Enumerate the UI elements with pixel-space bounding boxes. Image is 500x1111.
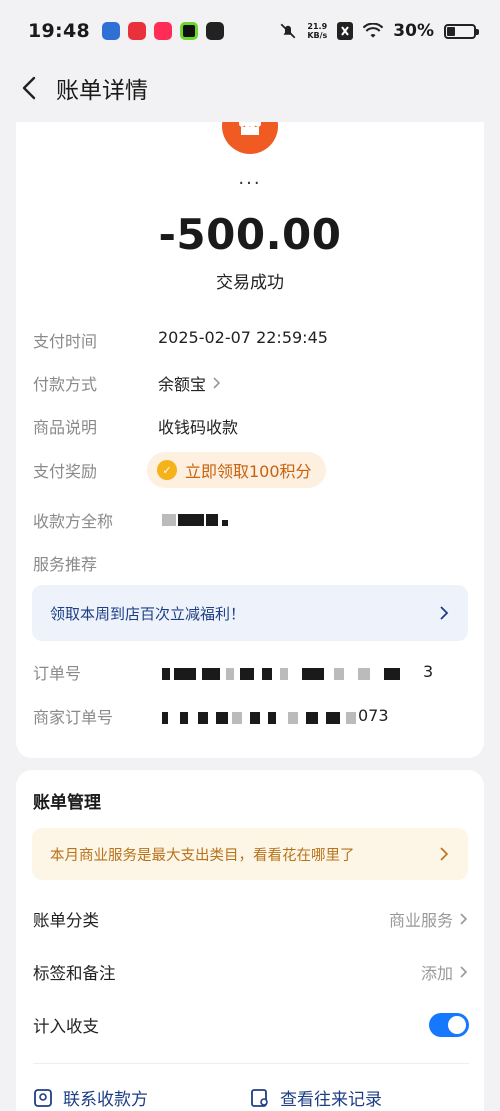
pay-method-link[interactable]: 余额宝 <box>158 371 222 395</box>
bill-category-row[interactable]: 账单分类 商业服务 <box>33 904 469 934</box>
nav-bar: 账单详情 <box>0 62 500 114</box>
tags-value: 添加 <box>420 964 453 983</box>
contact-payee-button[interactable]: 联系收款方 <box>33 1085 148 1110</box>
pay-time-value: 2025-02-07 22:59:45 <box>158 328 328 347</box>
category-value: 商业服务 <box>388 911 453 930</box>
status-time: 19:48 <box>28 20 90 42</box>
desc-label: 商品说明 <box>33 418 98 437</box>
chevron-right-icon <box>440 606 449 620</box>
tags-value-wrap: 添加 <box>421 960 469 984</box>
chevron-right-icon <box>460 913 468 925</box>
merchant-order-label: 商家订单号 <box>33 708 114 727</box>
transaction-card: ... -500.00 交易成功 支付时间 2025-02-07 22:59:4… <box>16 122 484 758</box>
app-notification-icon <box>127 22 146 40</box>
pay-time-label: 支付时间 <box>33 332 98 351</box>
app-notification-icon <box>205 22 224 40</box>
service-label: 服务推荐 <box>33 555 98 574</box>
view-records-button[interactable]: 查看往来记录 <box>250 1085 382 1110</box>
sim-icon <box>337 22 354 40</box>
order-no-label: 订单号 <box>33 664 82 683</box>
include-toggle[interactable] <box>429 1013 469 1037</box>
payee-redacted <box>162 514 242 526</box>
mute-icon <box>280 23 296 39</box>
spending-tip-banner[interactable]: 本月商业服务是最大支出类目，看看花在哪里了 <box>32 828 468 880</box>
records-icon <box>251 1088 268 1107</box>
contact-icon <box>34 1088 52 1107</box>
coin-icon: ✓ <box>157 460 177 480</box>
app-notification-icon <box>101 22 120 40</box>
promo-text: 领取本周到店百次立减福利！ <box>50 604 246 623</box>
merchant-order-tail: 073 <box>358 706 389 725</box>
battery-percent: 30% <box>393 21 434 41</box>
chevron-right-icon <box>440 847 449 861</box>
status-app-icons <box>101 22 224 40</box>
order-no-redacted <box>162 668 422 680</box>
include-label: 计入收支 <box>33 1017 99 1036</box>
promo-banner[interactable]: 领取本周到店百次立减福利！ <box>32 585 468 641</box>
app-notification-icon <box>153 22 172 40</box>
reward-button[interactable]: ✓ 立即领取100积分 <box>147 452 326 488</box>
pay-method-label: 付款方式 <box>33 375 98 394</box>
order-no-tail: 3 <box>423 662 434 681</box>
chevron-right-icon <box>460 966 468 978</box>
view-records-label: 查看往来记录 <box>280 1090 382 1110</box>
page-title: 账单详情 <box>56 78 148 104</box>
pay-method-value: 余额宝 <box>158 375 207 394</box>
payee-label: 收款方全称 <box>33 512 114 531</box>
tip-text: 本月商业服务是最大支出类目，看看花在哪里了 <box>50 847 355 864</box>
merchant-logo-icon <box>222 122 278 154</box>
app-notification-icon <box>179 22 198 40</box>
status-bar: 19:48 21.9 KB/s 30% <box>0 0 500 62</box>
transaction-amount: -500.00 <box>158 210 342 259</box>
network-speed: 21.9 KB/s <box>307 22 328 40</box>
bill-management-card: 账单管理 本月商业服务是最大支出类目，看看花在哪里了 账单分类 商业服务 标签和… <box>16 770 484 1111</box>
section-title: 账单管理 <box>33 793 101 813</box>
tags-notes-row[interactable]: 标签和备注 添加 <box>33 957 469 987</box>
toggle-knob <box>448 1016 466 1034</box>
chevron-right-icon <box>213 377 221 389</box>
reward-label: 支付奖励 <box>33 462 98 481</box>
divider <box>33 1063 469 1064</box>
merchant-name: ... <box>238 168 262 189</box>
chevron-left-icon <box>22 76 36 100</box>
battery-icon <box>444 23 479 39</box>
tags-label: 标签和备注 <box>33 964 116 983</box>
wifi-icon <box>363 23 384 38</box>
reward-text: 立即领取100积分 <box>185 462 312 481</box>
category-value-wrap: 商业服务 <box>389 907 469 931</box>
status-right: 21.9 KB/s 30% <box>279 21 479 41</box>
back-button[interactable] <box>4 62 54 114</box>
transaction-status: 交易成功 <box>216 273 284 293</box>
category-label: 账单分类 <box>33 911 99 930</box>
desc-value: 收钱码收款 <box>158 418 239 437</box>
merchant-order-redacted <box>162 712 362 724</box>
contact-payee-label: 联系收款方 <box>63 1090 148 1110</box>
include-in-budget-row: 计入收支 <box>33 1010 469 1040</box>
